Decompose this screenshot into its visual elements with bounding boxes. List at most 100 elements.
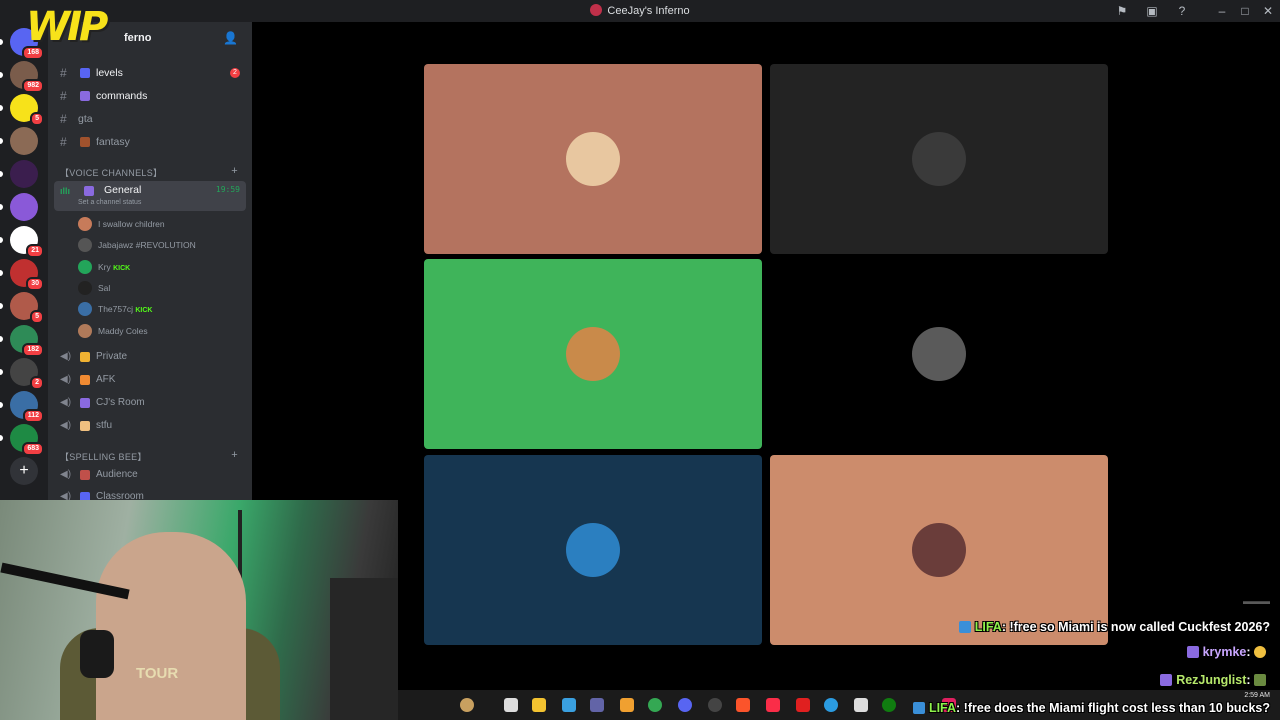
chat-text: !free so Miami is now called Cuckfest 20… [1009,620,1270,634]
microphone [80,630,114,678]
channel-label: Classroom [96,491,144,500]
edge-icon[interactable] [824,698,838,712]
help-icon[interactable]: ? [1174,3,1190,19]
chat-username: LIFA [928,701,957,715]
server-icon[interactable]: 112 [10,391,44,423]
weather-icon[interactable] [460,698,474,712]
window-title: CeeJay's Inferno [0,4,1280,17]
badge-icon [958,621,971,633]
channel-emoji-icon [80,91,90,101]
server-mention-badge: 30 [26,277,44,291]
unread-indicator [0,303,3,309]
channel-label: gta [78,113,93,125]
wip-logo: WIP [26,4,108,50]
participant-tile[interactable] [424,455,762,645]
store-icon[interactable] [620,698,634,712]
obs-icon[interactable] [708,698,722,712]
voice-channel[interactable]: ◀) Audience [54,464,246,486]
server-icon[interactable]: 683 [10,424,44,456]
participant-tile[interactable] [770,64,1108,254]
inbox-icon[interactable]: ⚑ [1114,3,1130,19]
add-member-icon[interactable]: 👤 [223,31,238,45]
category-voice-channels[interactable]: 【VOICE CHANNELS】 + [60,165,248,180]
voice-user[interactable]: Maddy Coles [78,321,248,341]
text-channel[interactable]: # fantasy [54,132,246,152]
voice-user[interactable]: Jabajawz #REVOLUTION [78,235,248,255]
kick-tag: KICK [113,264,131,272]
voice-user[interactable]: The757cj KICK [78,299,248,319]
brave-icon[interactable] [736,698,750,712]
teams-icon[interactable] [590,698,604,712]
speaker-icon: ◀) [60,397,72,408]
voice-channel[interactable]: ◀) stfu [54,415,246,437]
channel-status-hint[interactable]: Set a channel status [78,199,141,206]
avatar [78,280,92,295]
stream-chat-overlay: ▬▬▬ LIFA: !free so Miami is now called C… [840,590,1280,720]
server-icon[interactable]: 982 [10,61,44,93]
channel-emoji-icon [80,470,90,480]
voice-channel[interactable]: ◀) Private [54,346,246,368]
server-mention-badge: 21 [26,244,44,258]
channel-emoji-icon [80,137,90,147]
speaker-icon: ◀) [60,469,72,480]
avatar [78,302,92,317]
channel-label: Audience [96,469,138,480]
server-icon[interactable]: 5 [10,292,44,324]
server-icon[interactable]: 5 [10,94,44,126]
server-mention-badge: 5 [30,112,44,126]
server-icon[interactable] [10,160,38,188]
unread-indicator [0,369,3,375]
voice-channel[interactable]: ◀) Classroom [54,486,246,500]
category-spelling-bee[interactable]: 【SPELLING BEE】 + [60,449,248,464]
emote-icon [1254,674,1266,686]
server-icon[interactable]: 2 [10,358,44,390]
webcam-overlay: TOUR [0,500,398,720]
voice-channel[interactable]: ◀) AFK [54,369,246,391]
avatar [78,323,92,338]
add-channel-icon[interactable]: + [231,165,238,177]
voice-channel-general[interactable]: ıllı General 19:59 Set a channel status [54,181,246,211]
voice-timer: 19:59 [215,185,240,194]
close-icon[interactable]: ✕ [1260,3,1276,19]
shirt-text: TOUR [136,665,179,682]
text-channel[interactable]: # gta [54,109,246,129]
app-icon[interactable] [796,698,810,712]
chat-username: RezJunglist [1176,673,1247,687]
channel-sidebar: ferno 👤 # levels 2 # commands # gta # fantasy 【V… [48,22,252,500]
server-mention-badge: 683 [22,442,44,456]
text-channel[interactable]: # levels 2 [54,63,246,83]
chrome-icon[interactable] [648,698,662,712]
unread-indicator [0,435,3,441]
unread-indicator [0,204,3,210]
participant-tile[interactable] [424,64,762,254]
server-icon[interactable]: 21 [10,226,44,258]
participant-tile[interactable] [424,259,762,449]
channel-emoji-icon [80,375,90,385]
minimize-icon[interactable]: – [1214,3,1230,19]
server-icon[interactable]: 182 [10,325,44,357]
music-icon[interactable] [766,698,780,712]
streamer [96,532,246,720]
voice-user[interactable]: I swallow children [78,214,248,234]
avatar [78,259,92,274]
task-view-icon[interactable] [504,698,518,712]
voice-channel[interactable]: ◀) CJ's Room [54,392,246,414]
screen-icon[interactable]: ▣ [1144,3,1160,19]
speaker-icon: ◀) [60,351,72,362]
hash-icon: # [60,66,67,80]
add-channel-icon[interactable]: + [231,449,238,461]
copilot-icon[interactable] [562,698,576,712]
text-channel[interactable]: # commands [54,86,246,106]
speaker-icon: ◀) [60,491,72,500]
participant-tile[interactable] [770,259,1108,449]
voice-user[interactable]: Sal [78,278,248,298]
channel-emoji-icon [80,68,90,78]
file-explorer-icon[interactable] [532,698,546,712]
discord-icon[interactable] [678,698,692,712]
add-server-icon[interactable]: + [10,457,38,485]
server-icon[interactable] [10,193,38,221]
server-icon[interactable]: 30 [10,259,44,291]
server-icon[interactable] [10,127,38,155]
voice-user[interactable]: Kry KICK [78,257,248,277]
maximize-icon[interactable]: □ [1237,3,1253,19]
